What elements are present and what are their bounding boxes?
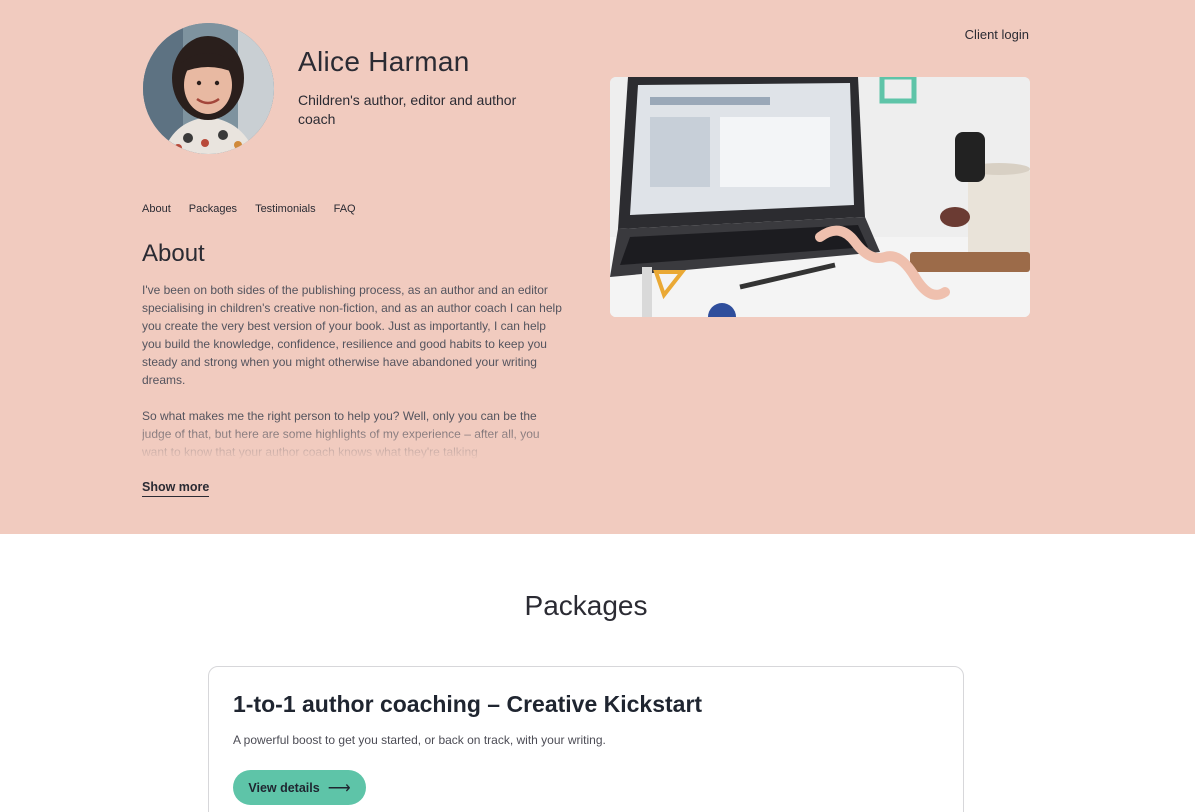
nav-item-testimonials[interactable]: Testimonials xyxy=(255,203,316,215)
author-tagline: Children's author, editor and author coa… xyxy=(298,92,517,127)
section-nav: About Packages Testimonials FAQ xyxy=(142,203,356,215)
arrow-right-icon: ⟶ xyxy=(327,779,351,797)
portrait-image xyxy=(143,23,274,154)
laptop-desk-illustration xyxy=(610,77,1030,317)
package-description: A powerful boost to get you started, or … xyxy=(233,733,606,747)
nav-item-faq[interactable]: FAQ xyxy=(334,203,356,215)
show-more-button[interactable]: Show more xyxy=(142,480,210,497)
about-paragraph: I've been on both sides of the publishin… xyxy=(142,283,562,387)
hero-image xyxy=(610,77,1030,317)
author-name: Alice Harman xyxy=(298,46,470,77)
view-details-button[interactable]: View details ⟶ xyxy=(233,770,366,805)
package-card: 1-to-1 author coaching – Creative Kickst… xyxy=(208,666,964,812)
about-heading: About xyxy=(142,240,205,267)
client-login-link[interactable]: Client login xyxy=(965,27,1029,42)
package-title: 1-to-1 author coaching – Creative Kickst… xyxy=(233,691,703,717)
text-fade-overlay xyxy=(142,420,567,460)
nav-item-about[interactable]: About xyxy=(142,203,171,215)
hero-section: Alice Harman Children's author, editor a… xyxy=(0,0,1195,534)
view-details-label: View details xyxy=(248,780,320,795)
nav-item-packages[interactable]: Packages xyxy=(189,203,237,215)
avatar xyxy=(143,23,274,154)
packages-heading: Packages xyxy=(524,590,648,621)
